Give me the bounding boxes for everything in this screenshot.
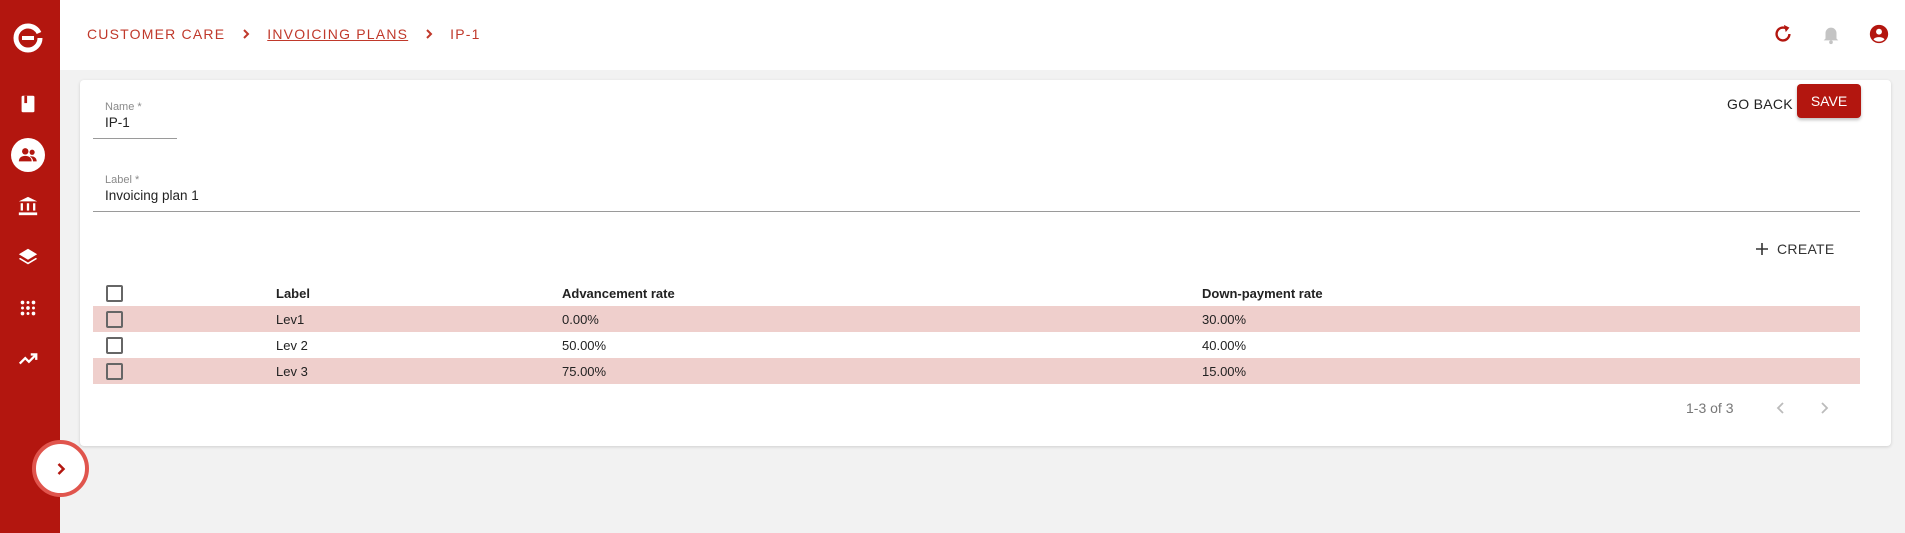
account-circle-icon	[1869, 24, 1889, 44]
breadcrumb-parent[interactable]: INVOICING PLANS	[267, 26, 408, 42]
sidebar-item-trends[interactable]	[11, 342, 45, 376]
levels-table: Label Advancement rate Down-payment rate…	[93, 280, 1860, 384]
breadcrumb-current: IP-1	[450, 26, 481, 42]
breadcrumb-root[interactable]: CUSTOMER CARE	[87, 26, 225, 42]
previous-page-button[interactable]	[1771, 398, 1791, 418]
next-page-button[interactable]	[1814, 398, 1834, 418]
pagination-range: 1-3 of 3	[1686, 400, 1734, 416]
row-label: Lev 2	[276, 337, 308, 353]
chevron-left-icon	[1777, 402, 1785, 414]
refresh-button[interactable]	[1771, 22, 1795, 46]
chevron-right-icon	[57, 462, 65, 475]
header-actions	[1771, 22, 1891, 46]
column-header-down-payment-rate[interactable]: Down-payment rate	[1202, 286, 1323, 301]
table-header-row: Label Advancement rate Down-payment rate	[93, 280, 1860, 306]
chevron-right-icon	[1821, 402, 1829, 414]
name-field-label: Name *	[105, 101, 142, 113]
row-advancement-rate: 0.00%	[562, 311, 599, 327]
trending-up-icon	[18, 353, 38, 365]
row-down-payment-rate: 15.00%	[1202, 363, 1247, 379]
table-row[interactable]: Lev 3 75.00% 15.00%	[93, 358, 1860, 384]
breadcrumb: CUSTOMER CARE INVOICING PLANS IP-1	[87, 26, 481, 42]
dots-grid-icon	[20, 300, 36, 316]
select-all-checkbox[interactable]	[106, 284, 123, 302]
column-header-label[interactable]: Label	[276, 286, 310, 301]
label-field-label: Label *	[105, 174, 140, 186]
app-logo[interactable]	[12, 22, 44, 54]
sidebar-item-book[interactable]	[11, 87, 45, 121]
name-field-value[interactable]: IP-1	[105, 115, 177, 130]
expand-sidebar-button[interactable]	[32, 440, 89, 497]
row-label: Lev 3	[276, 363, 308, 379]
row-checkbox[interactable]	[106, 362, 123, 380]
top-header: CUSTOMER CARE INVOICING PLANS IP-1	[60, 0, 1905, 70]
label-field-value[interactable]: Invoicing plan 1	[105, 188, 1860, 203]
plus-icon	[1756, 243, 1768, 255]
label-field[interactable]: Label * Invoicing plan 1	[93, 174, 1860, 212]
label-field-underline	[93, 211, 1860, 212]
name-field[interactable]: Name * IP-1	[93, 101, 177, 139]
row-down-payment-rate: 40.00%	[1202, 337, 1247, 353]
row-down-payment-rate: 30.00%	[1202, 311, 1247, 327]
row-advancement-rate: 75.00%	[562, 363, 607, 379]
chevron-right-icon	[243, 29, 250, 39]
create-button[interactable]: CREATE	[1755, 241, 1835, 257]
name-field-underline	[93, 138, 177, 139]
row-checkbox[interactable]	[106, 310, 123, 328]
row-checkbox[interactable]	[106, 336, 123, 354]
sidebar-item-grid[interactable]	[11, 291, 45, 325]
column-header-advancement-rate[interactable]: Advancement rate	[562, 286, 675, 301]
sidebar-item-customers[interactable]	[11, 138, 45, 172]
chevron-right-icon	[426, 29, 433, 39]
table-row[interactable]: Lev 2 50.00% 40.00%	[93, 332, 1860, 358]
row-label: Lev1	[276, 311, 305, 327]
logo-icon	[13, 23, 43, 53]
layers-icon	[18, 248, 38, 265]
invoicing-plan-form-card: Name * IP-1 Label * Invoicing plan 1 GO …	[80, 80, 1891, 446]
bank-icon	[18, 196, 38, 216]
create-button-label: CREATE	[1777, 241, 1835, 257]
table-row[interactable]: Lev1 0.00% 30.00%	[93, 306, 1860, 332]
save-button[interactable]: SAVE	[1797, 84, 1861, 118]
bell-icon	[1823, 27, 1839, 45]
customers-icon	[18, 148, 37, 162]
notifications-button[interactable]	[1819, 22, 1843, 46]
row-advancement-rate: 50.00%	[562, 337, 607, 353]
account-button[interactable]	[1867, 22, 1891, 46]
sidebar-item-layers[interactable]	[11, 240, 45, 274]
refresh-icon	[1775, 24, 1791, 42]
go-back-button[interactable]: GO BACK	[1723, 91, 1797, 117]
book-icon	[21, 95, 35, 113]
pagination: 1-3 of 3	[1686, 398, 1834, 418]
sidebar-item-bank[interactable]	[11, 189, 45, 223]
